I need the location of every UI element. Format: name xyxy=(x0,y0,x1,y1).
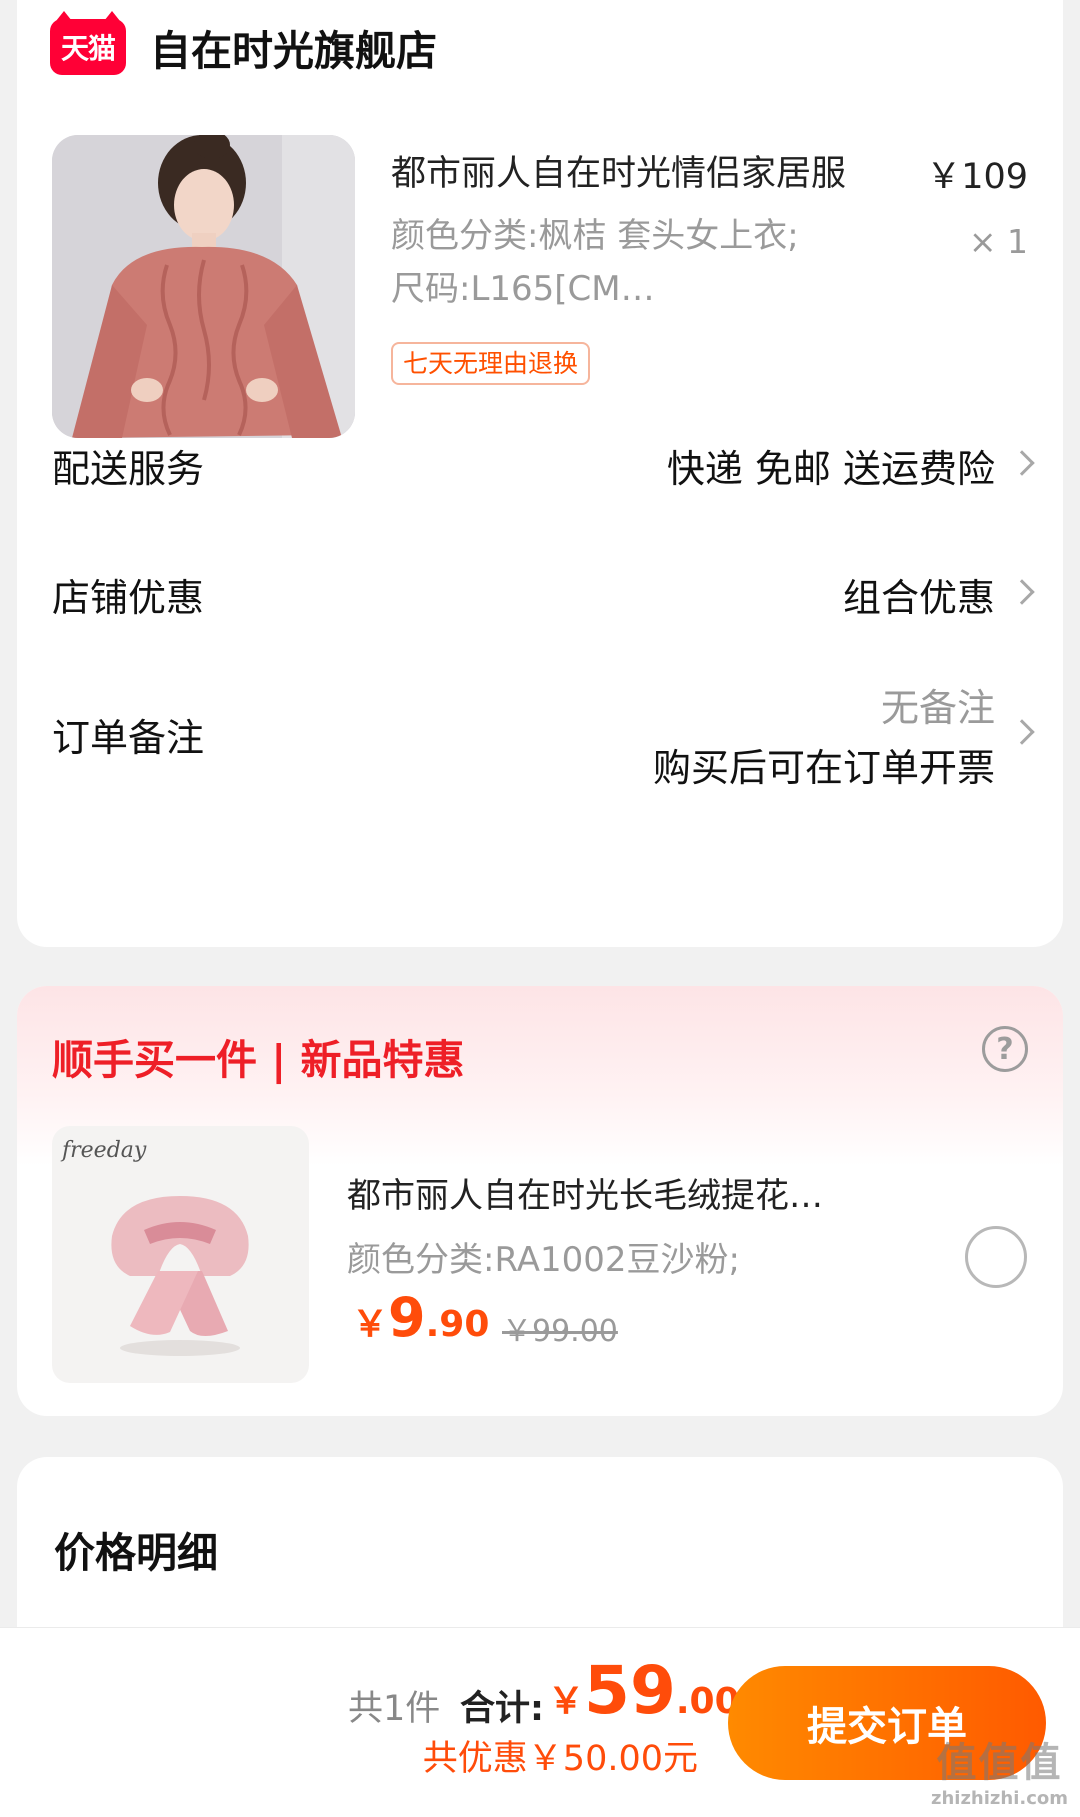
product-sku[interactable]: 颜色分类:枫桔 套头女上衣;尺码:L165[CM… xyxy=(391,210,811,316)
addon-price-currency: ￥ xyxy=(352,1304,389,1345)
store-header[interactable]: 天猫 自在时光旗舰店 xyxy=(50,11,437,77)
invoice-hint: 购买后可在订单开票 xyxy=(652,746,995,790)
help-icon[interactable]: ? xyxy=(982,1026,1028,1072)
addon-title: 顺手买一件 | 新品特惠 xyxy=(52,1036,465,1084)
product-image[interactable] xyxy=(52,135,355,438)
total-integer: 59 xyxy=(584,1652,676,1729)
delivery-label: 配送服务 xyxy=(52,447,205,491)
watermark-sub: zhizhizhi.com xyxy=(930,1788,1068,1809)
store-discount-label: 店铺优惠 xyxy=(52,576,205,620)
addon-product-sku: 颜色分类:RA1002豆沙粉; xyxy=(347,1240,740,1280)
store-name[interactable]: 自在时光旗舰店 xyxy=(150,17,437,77)
addon-price-integer: 9 xyxy=(388,1286,426,1349)
site-watermark: 值值值 zhizhizhi.com xyxy=(931,1730,1068,1809)
total-currency: ￥ xyxy=(548,1681,585,1722)
store-discount-value: 组合优惠 xyxy=(842,576,995,620)
delivery-value: 快递 免邮 送运费险 xyxy=(666,447,995,491)
product-quantity: × 1 xyxy=(968,222,1028,261)
order-note-label: 订单备注 xyxy=(52,716,205,760)
addon-select-radio[interactable] xyxy=(965,1226,1027,1288)
bottom-bar: 共1件 合计: ￥ 59 .00 共优惠￥50.00元 提交订单 值值值 zhi… xyxy=(0,1627,1080,1817)
addon-original-price: ￥99.00 xyxy=(502,1314,618,1349)
product-title[interactable]: 都市丽人自在时光情侣家居服 xyxy=(391,145,846,196)
return-policy-tag: 七天无理由退换 xyxy=(391,342,591,385)
addon-product-image[interactable]: freeday xyxy=(52,1126,309,1383)
product-price: ￥109 xyxy=(926,157,1028,197)
chevron-right-icon xyxy=(1009,450,1035,476)
item-count: 共1件 xyxy=(348,1689,441,1729)
total-discount: 共优惠￥50.00元 xyxy=(422,1739,698,1779)
store-card: 天猫 自在时光旗舰店 都市丽人自在时光情侣家居服 ￥109 颜色分类:枫桔 套头… xyxy=(17,0,1063,947)
price-detail-title: 价格明细 xyxy=(54,1529,218,1577)
addon-price-decimal: .90 xyxy=(425,1304,490,1345)
addon-card: 顺手买一件 | 新品特惠 ? freeday 都市丽人自在时光长毛绒提花… 颜色… xyxy=(17,986,1063,1416)
brand-logo: freeday xyxy=(62,1138,147,1163)
tmall-logo: 天猫 xyxy=(50,11,126,75)
total-label: 合计: xyxy=(460,1689,544,1729)
watermark-main: 值值值 xyxy=(936,1740,1063,1786)
chevron-right-icon xyxy=(1009,719,1035,745)
addon-product-name[interactable]: 都市丽人自在时光长毛绒提花… xyxy=(347,1168,823,1217)
total-amount: ￥ 59 .00 xyxy=(548,1652,740,1729)
chevron-right-icon xyxy=(1009,579,1035,605)
product-photo-illustration xyxy=(52,135,355,438)
addon-price: ￥ 9 .90 xyxy=(352,1286,489,1349)
scarf-illustration xyxy=(111,1196,249,1356)
order-note-value: 无备注 xyxy=(880,686,995,730)
